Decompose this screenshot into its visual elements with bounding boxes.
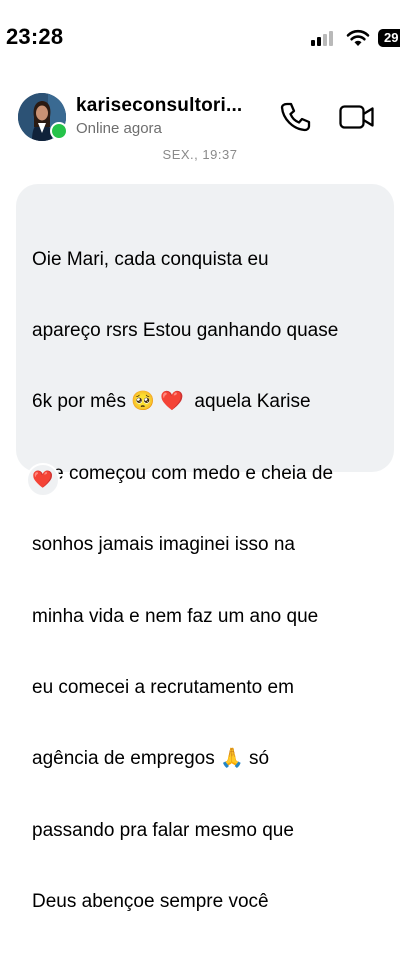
chat-header: kariseconsultori... Online agora [0, 76, 400, 156]
received-message-bubble[interactable]: Oie Mari, cada conquista eu apareço rsrs… [16, 184, 394, 912]
phone-icon[interactable] [278, 100, 312, 134]
message-timestamp: SEX., 19:37 [162, 147, 238, 162]
message-line: apareço rsrs Estou ganhando quase [32, 319, 339, 341]
message-line: 6k por mês 🥺 ❤️ aquela Karise [32, 391, 311, 413]
message-line: que começou com medo e cheia de [32, 462, 334, 484]
message-line: Deus abençoe sempre você [32, 891, 269, 913]
message-text: Oie Mari, cada conquista eu apareço rsrs… [32, 200, 380, 962]
heart-reaction-icon[interactable]: ❤️ [26, 463, 60, 497]
online-indicator [50, 122, 68, 140]
message-line: minha vida e nem faz um ano que [32, 605, 319, 627]
video-camera-icon[interactable] [338, 100, 376, 134]
message-line: Oie Mari, cada conquista eu [32, 248, 269, 270]
status-bar: 23:28 29 [0, 0, 400, 76]
message-line: eu comecei a recrutamento em [32, 676, 294, 698]
message-line: passando pra falar mesmo que [32, 819, 294, 841]
contact-status: Online agora [76, 120, 162, 137]
message-line: sonhos jamais imaginei isso na [32, 534, 295, 556]
wifi-icon [346, 29, 370, 46]
contact-name[interactable]: kariseconsultori... [76, 95, 242, 117]
cellular-signal-icon [311, 31, 337, 46]
battery-icon: 29 [378, 29, 400, 47]
clock: 23:28 [6, 24, 64, 49]
message-line: agência de empregos 🙏 só [32, 748, 270, 770]
